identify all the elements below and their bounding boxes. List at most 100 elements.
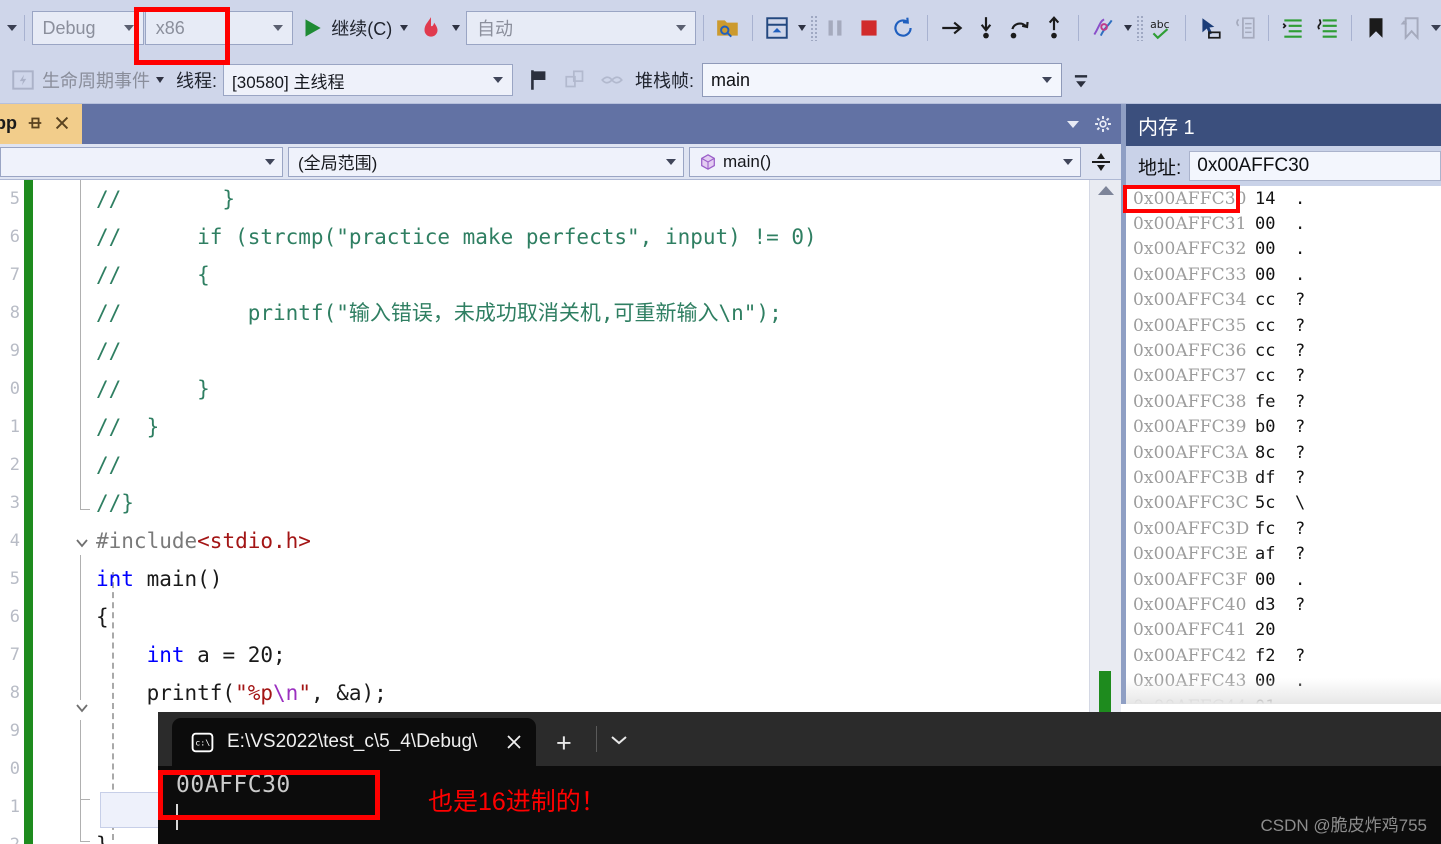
close-icon[interactable] xyxy=(504,732,524,752)
code-line[interactable]: //} xyxy=(96,484,1089,522)
toggle-bookmark-button[interactable] xyxy=(1359,10,1393,46)
chevron-down-icon[interactable] xyxy=(798,25,806,31)
memory-row[interactable]: 0x00AFFC3A 8c? xyxy=(1126,440,1441,465)
toolbar-overflow-caret-right[interactable] xyxy=(1431,25,1441,31)
memory-row[interactable]: 0x00AFFC38 fe? xyxy=(1126,389,1441,414)
previous-bookmark-button[interactable] xyxy=(1393,10,1427,46)
uncomment-lines-button[interactable] xyxy=(1276,10,1310,46)
pin-icon[interactable] xyxy=(26,114,44,132)
console-output-text: 00AFFC30 xyxy=(176,772,291,798)
platform-combo[interactable]: x86 xyxy=(144,11,293,45)
toolbar-separator xyxy=(1185,15,1186,41)
code-line[interactable]: #include<stdio.h> xyxy=(96,522,1089,560)
code-line[interactable]: { xyxy=(96,598,1089,636)
memory-row[interactable]: 0x00AFFC39 b0? xyxy=(1126,415,1441,440)
memory-row[interactable]: 0x00AFFC3D fc? xyxy=(1126,516,1441,541)
thread-combo[interactable]: [30580] 主线程 xyxy=(223,64,514,96)
fold-chevron-icon[interactable] xyxy=(74,535,90,551)
split-window-icon[interactable] xyxy=(1090,150,1112,174)
toolbar-overflow-caret[interactable] xyxy=(6,25,17,31)
memory-row[interactable]: 0x00AFFC42 f2? xyxy=(1126,643,1441,668)
chevron-down-icon xyxy=(666,158,676,165)
memory-row[interactable]: 0x00AFFC32 00. xyxy=(1126,237,1441,262)
step-into-icon xyxy=(980,17,992,39)
memory-row[interactable]: 0x00AFFC33 00. xyxy=(1126,262,1441,287)
code-line[interactable]: // } xyxy=(96,370,1089,408)
tab-list-caret-icon[interactable] xyxy=(1067,120,1079,128)
memory-row[interactable]: 0x00AFFC34 cc? xyxy=(1126,288,1441,313)
code-line[interactable]: // printf("输入错误，未成功取消关机,可重新输入\n"); xyxy=(96,294,1089,332)
lifecycle-events-icon[interactable] xyxy=(10,67,36,93)
function-scope-combo[interactable]: main() xyxy=(689,146,1081,177)
memory-rows-list[interactable]: 0x00AFFC30 14. 0x00AFFC31 00. 0x00AFFC32 00. 0… xyxy=(1121,186,1441,704)
toolbar-overflow-icon[interactable] xyxy=(1072,69,1090,91)
stackframe-combo[interactable]: main xyxy=(702,63,1063,97)
code-line[interactable]: // } xyxy=(96,408,1089,446)
code-token: // } xyxy=(96,187,236,211)
parallel-watch-icon[interactable] xyxy=(599,67,625,93)
hot-reload-button[interactable] xyxy=(414,10,464,46)
memory-row[interactable]: 0x00AFFC3F 00. xyxy=(1126,567,1441,592)
code-folding-column[interactable] xyxy=(68,180,98,844)
editor-navigation-bar: (全局范围) main() xyxy=(0,144,1121,180)
code-line[interactable]: // if (strcmp("practice make perfects", … xyxy=(96,218,1089,256)
code-line[interactable]: // xyxy=(96,332,1089,370)
code-line[interactable]: printf("%p\n", &a); xyxy=(96,674,1089,712)
console-output-area[interactable]: 00AFFC30 CSDN @脆皮炸鸡755 xyxy=(158,766,1441,844)
show-next-statement-button[interactable] xyxy=(935,10,969,46)
step-over-button[interactable] xyxy=(1003,10,1037,46)
member-scope-combo[interactable]: (全局范围) xyxy=(288,146,684,177)
code-line[interactable]: // xyxy=(96,446,1089,484)
continue-button[interactable]: 继续(C) xyxy=(295,10,412,46)
console-tab[interactable]: c:\ E:\VS2022\test_c\5_4\Debug\ xyxy=(172,718,536,766)
memory-address-input[interactable]: 0x00AFFC30 xyxy=(1189,151,1441,181)
chevron-down-icon[interactable] xyxy=(400,25,409,31)
code-line[interactable]: // } xyxy=(96,180,1089,218)
memory-row[interactable]: 0x00AFFC36 cc? xyxy=(1126,338,1441,363)
parallel-stacks-icon[interactable] xyxy=(563,67,589,93)
window-layout-button[interactable] xyxy=(760,10,810,46)
memory-row[interactable]: 0x00AFFC41 20 xyxy=(1126,618,1441,643)
memory-row[interactable]: 0x00AFFC35 cc? xyxy=(1126,313,1441,338)
step-out-button[interactable] xyxy=(1037,10,1071,46)
stop-debugging-button[interactable] xyxy=(852,10,886,46)
threads-view-button[interactable] xyxy=(1086,10,1136,46)
indent-block-button[interactable] xyxy=(1227,10,1261,46)
memory-row[interactable]: 0x00AFFC30 14. xyxy=(1126,186,1441,211)
memory-row[interactable]: 0x00AFFC3C 5c \ xyxy=(1126,491,1441,516)
memory-window[interactable]: 内存 1 地址: 0x00AFFC30 0x00AFFC30 14. 0x00AFF… xyxy=(1121,104,1441,704)
open-folder-search-button[interactable] xyxy=(711,10,745,46)
architecture-combo[interactable]: 自动 xyxy=(466,11,696,45)
config-combo[interactable]: Debug xyxy=(31,11,144,45)
memory-row-address: 0x00AFFC33 xyxy=(1133,264,1247,285)
chevron-down-icon[interactable] xyxy=(451,25,460,31)
document-tab-active[interactable]: pp xyxy=(0,104,82,144)
chevron-down-icon[interactable] xyxy=(1124,25,1132,31)
close-icon[interactable] xyxy=(53,114,71,132)
code-line[interactable]: int a = 20; xyxy=(96,636,1089,674)
memory-row[interactable]: 0x00AFFC40 d3? xyxy=(1126,592,1441,617)
memory-row[interactable]: 0x00AFFC31 00. xyxy=(1126,211,1441,236)
chevron-down-icon[interactable] xyxy=(156,77,164,83)
memory-row-hex: 00 xyxy=(1255,214,1276,235)
plus-icon[interactable]: + xyxy=(556,730,572,757)
gear-icon[interactable] xyxy=(1093,114,1113,134)
restart-button[interactable] xyxy=(886,10,920,46)
flag-icon[interactable] xyxy=(527,67,553,93)
console-window[interactable]: c:\ E:\VS2022\test_c\5_4\Debug\ + 00AFFC… xyxy=(158,712,1441,844)
scroll-up-arrow-icon[interactable] xyxy=(1098,186,1114,195)
chevron-down-icon[interactable] xyxy=(610,734,628,746)
step-into-button[interactable] xyxy=(969,10,1003,46)
fold-chevron-icon[interactable] xyxy=(74,700,90,716)
cmd-prompt-icon: c:\ xyxy=(191,732,214,752)
comment-pointer-button[interactable] xyxy=(1193,10,1227,46)
code-line[interactable]: // { xyxy=(96,256,1089,294)
memory-row[interactable]: 0x00AFFC37 cc? xyxy=(1126,364,1441,389)
break-all-button[interactable] xyxy=(818,10,852,46)
comment-lines-button[interactable] xyxy=(1310,10,1344,46)
spellcheck-button[interactable]: abc xyxy=(1144,10,1178,46)
memory-row[interactable]: 0x00AFFC3B df? xyxy=(1126,465,1441,490)
code-line[interactable]: int main() xyxy=(96,560,1089,598)
memory-row[interactable]: 0x00AFFC3E af? xyxy=(1126,541,1441,566)
project-scope-combo[interactable] xyxy=(0,146,283,177)
